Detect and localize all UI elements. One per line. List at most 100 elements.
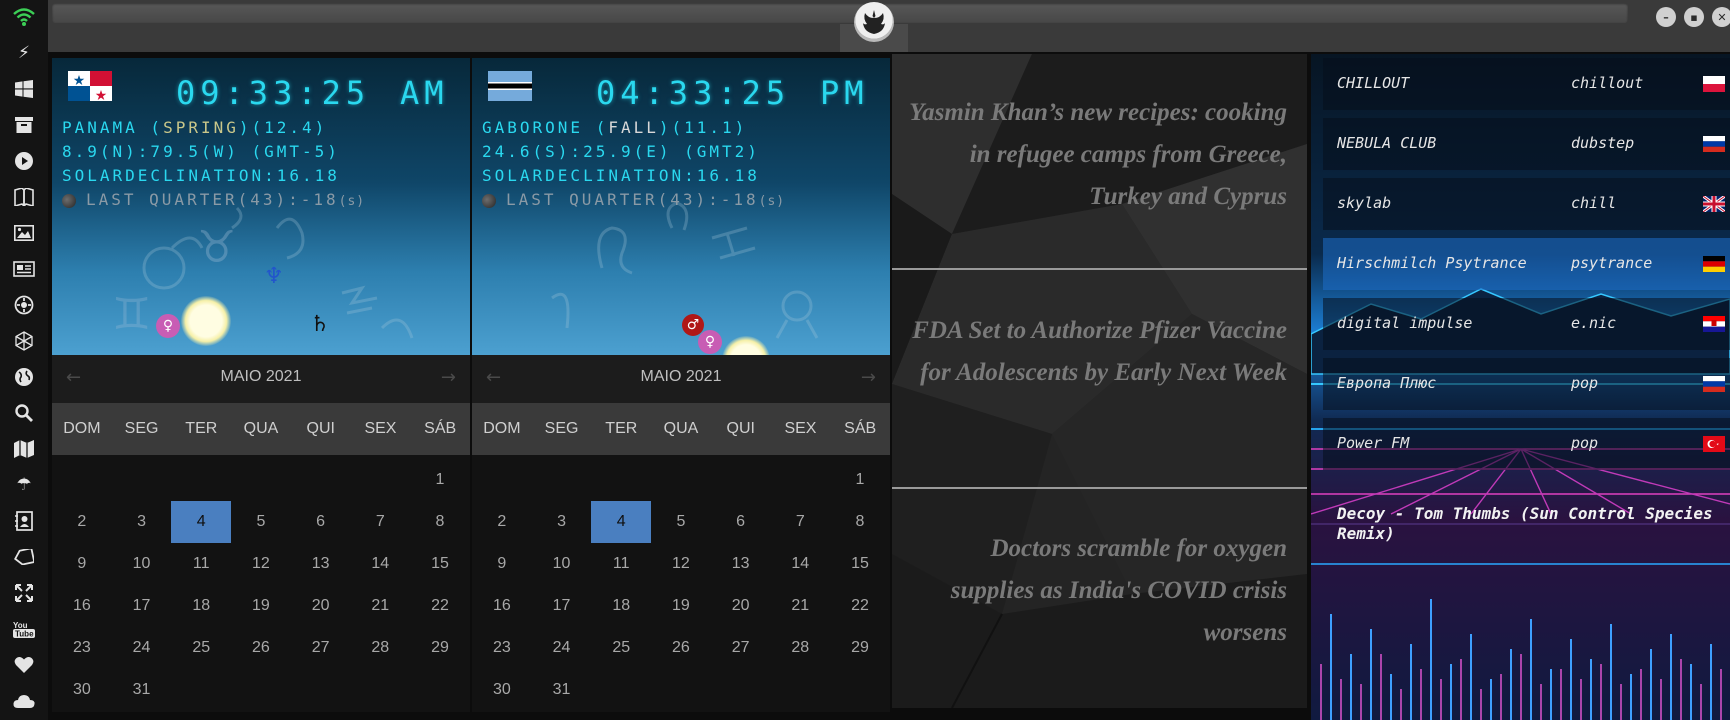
calendar-day[interactable]: 26 [651, 627, 711, 669]
calendar-day[interactable]: 21 [350, 585, 410, 627]
calendar-day[interactable]: 15 [830, 543, 890, 585]
news-headline-2[interactable]: FDA Set to Authorize Pfizer Vaccine for … [907, 310, 1287, 394]
calendar-day[interactable]: 20 [711, 585, 771, 627]
calendar-day[interactable]: 22 [830, 585, 890, 627]
calendar-day[interactable]: 29 [830, 627, 890, 669]
station-item-active[interactable]: Hirschmilch Psytrance psytrance [1323, 238, 1730, 290]
wifi-icon[interactable] [13, 6, 35, 28]
tag-icon[interactable] [13, 546, 35, 568]
windows-icon[interactable] [13, 78, 35, 100]
youtube-icon[interactable]: You Tube [13, 618, 35, 640]
calendar-day[interactable]: 28 [770, 627, 830, 669]
calendar-day[interactable]: 25 [171, 627, 231, 669]
calendar-day[interactable]: 19 [651, 585, 711, 627]
newspaper-icon[interactable] [13, 258, 35, 280]
calendar-day[interactable]: 11 [591, 543, 651, 585]
station-item[interactable]: CHILLOUT chillout [1323, 58, 1730, 110]
books-icon[interactable] [13, 186, 35, 208]
calendar-day[interactable]: 9 [472, 543, 532, 585]
calendar-day-selected[interactable]: 4 [591, 501, 652, 543]
lightning-icon[interactable]: ⚡ [13, 42, 35, 64]
calendar-day[interactable]: 27 [291, 627, 351, 669]
calendar-day[interactable]: 5 [651, 501, 711, 543]
calendar-day[interactable]: 3 [532, 501, 592, 543]
archive-icon[interactable] [13, 114, 35, 136]
calendar-day[interactable]: 26 [231, 627, 291, 669]
calendar-day[interactable]: 6 [711, 501, 771, 543]
calendar-day[interactable]: 14 [770, 543, 830, 585]
calendar-day[interactable]: 14 [350, 543, 410, 585]
calendar-day[interactable]: 3 [112, 501, 172, 543]
calendar-day[interactable]: 7 [350, 501, 410, 543]
expand-icon[interactable] [13, 582, 35, 604]
calendar-day[interactable]: 30 [52, 669, 112, 711]
map-icon[interactable] [13, 438, 35, 460]
calendar-day[interactable]: 13 [711, 543, 771, 585]
calendar-day[interactable]: 31 [532, 669, 592, 711]
calendar-day[interactable]: 18 [171, 585, 231, 627]
calendar-day[interactable]: 16 [472, 585, 532, 627]
address-field[interactable] [52, 3, 1628, 23]
close-button[interactable]: ✕ [1712, 7, 1730, 27]
calendar-day[interactable]: 21 [770, 585, 830, 627]
search-icon[interactable] [13, 402, 35, 424]
contacts-icon[interactable] [13, 510, 35, 532]
station-item[interactable]: Power FM pop [1323, 418, 1730, 470]
calendar-day[interactable]: 2 [472, 501, 532, 543]
calendar-day[interactable]: 1 [410, 459, 470, 501]
cloud-icon[interactable] [13, 690, 35, 712]
station-item[interactable]: digital impulse e.nic [1323, 298, 1730, 350]
play-icon[interactable] [13, 150, 35, 172]
calendar-day[interactable]: 22 [410, 585, 470, 627]
calendar-day-selected[interactable]: 4 [171, 501, 232, 543]
calendar-day[interactable]: 24 [532, 627, 592, 669]
calendar-day[interactable]: 7 [770, 501, 830, 543]
minimize-button[interactable]: – [1656, 7, 1676, 27]
calendar-day[interactable]: 30 [472, 669, 532, 711]
calendar-day[interactable]: 17 [112, 585, 172, 627]
gear-badge-icon[interactable] [13, 294, 35, 316]
station-item[interactable]: Европа Плюс pop [1323, 358, 1730, 410]
calendar-day[interactable]: 2 [52, 501, 112, 543]
next-month-icon[interactable]: → [441, 367, 456, 388]
calendar-day[interactable]: 27 [711, 627, 771, 669]
calendar-day[interactable]: 16 [52, 585, 112, 627]
calendar-day[interactable]: 6 [291, 501, 351, 543]
calendar-day[interactable]: 9 [52, 543, 112, 585]
image-icon[interactable] [13, 222, 35, 244]
calendar-day[interactable]: 23 [472, 627, 532, 669]
globe-icon[interactable] [13, 366, 35, 388]
calendar-day[interactable]: 31 [112, 669, 172, 711]
network-icon[interactable] [13, 330, 35, 352]
calendar-day[interactable]: 23 [52, 627, 112, 669]
calendar-day[interactable]: 20 [291, 585, 351, 627]
calendar-day[interactable]: 15 [410, 543, 470, 585]
calendar-day[interactable]: 29 [410, 627, 470, 669]
calendar-day[interactable]: 1 [830, 459, 890, 501]
calendar-day[interactable]: 19 [231, 585, 291, 627]
next-month-icon[interactable]: → [861, 367, 876, 388]
news-headline-3[interactable]: Doctors scramble for oxygen supplies as … [907, 528, 1287, 654]
calendar-day[interactable]: 24 [112, 627, 172, 669]
maximize-button[interactable]: ▪ [1684, 7, 1704, 27]
calendar-day[interactable]: 5 [231, 501, 291, 543]
umbrella-icon[interactable]: ☂ [13, 474, 35, 496]
calendar-day[interactable]: 8 [830, 501, 890, 543]
calendar-day[interactable]: 18 [591, 585, 651, 627]
calendar-day[interactable]: 25 [591, 627, 651, 669]
calendar-day[interactable]: 12 [231, 543, 291, 585]
calendar-day[interactable]: 17 [532, 585, 592, 627]
station-item[interactable]: NEBULA CLUB dubstep [1323, 118, 1730, 170]
calendar-day[interactable]: 13 [291, 543, 351, 585]
rebel-alliance-icon[interactable] [854, 2, 894, 42]
news-headline-1[interactable]: Yasmin Khan’s new recipes: cooking in re… [907, 92, 1287, 218]
calendar-day[interactable]: 12 [651, 543, 711, 585]
station-item[interactable]: skylab chill [1323, 178, 1730, 230]
calendar-day[interactable]: 8 [410, 501, 470, 543]
heart-icon[interactable] [13, 654, 35, 676]
calendar-day[interactable]: 10 [112, 543, 172, 585]
calendar-day[interactable]: 10 [532, 543, 592, 585]
calendar-day[interactable]: 28 [350, 627, 410, 669]
calendar-day[interactable]: 11 [171, 543, 231, 585]
station-genre: pop [1571, 374, 1599, 392]
